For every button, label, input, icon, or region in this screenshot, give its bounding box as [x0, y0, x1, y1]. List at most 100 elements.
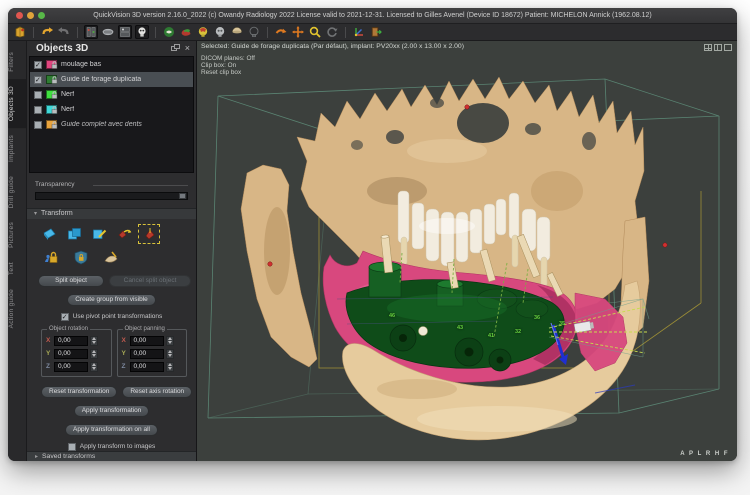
visibility-checkbox[interactable] [34, 120, 42, 129]
rotation-y-input[interactable]: 0,00 [54, 348, 88, 359]
object-row-nerf-2[interactable]: Nerf [30, 102, 193, 117]
object-row-guide-complet[interactable]: Guide complet avec dents [30, 117, 193, 132]
close-panel-icon[interactable]: × [185, 44, 190, 53]
visibility-checkbox[interactable] [34, 75, 42, 84]
skull-color-icon[interactable] [196, 25, 210, 39]
zoom-icon[interactable] [308, 25, 322, 39]
color-swatch[interactable] [46, 60, 58, 70]
axis-z-label: Z [46, 363, 50, 371]
protect-object-icon[interactable] [72, 250, 90, 266]
panning-y-input[interactable]: 0,00 [129, 348, 164, 359]
pivot-point-icon[interactable] [138, 223, 160, 244]
object-row-guide-de-forage[interactable]: Guide de forage duplicata [30, 72, 193, 88]
skull-view-icon[interactable] [135, 25, 149, 39]
undock-panel-icon[interactable] [170, 44, 180, 52]
tab-pictures[interactable]: Pictures [8, 215, 26, 255]
layout-quad-icon[interactable] [704, 44, 712, 51]
rotation-x-stepper[interactable] [90, 335, 98, 346]
rotation-x-input[interactable]: 0,00 [54, 335, 88, 346]
lock-icon [51, 121, 58, 129]
collapse-arrow-icon: ▾ [34, 211, 38, 218]
lock-icon [51, 91, 58, 99]
mirror-object-icon[interactable] [115, 226, 133, 242]
transparency-group: Transparency [35, 181, 188, 201]
apply-to-images-checkbox[interactable] [67, 442, 76, 451]
transform-label: Transform [41, 210, 73, 218]
reset-transformation-button[interactable]: Reset transformation [41, 385, 118, 398]
panning-x-stepper[interactable] [165, 335, 174, 346]
rotation-z-stepper[interactable] [90, 361, 98, 372]
transform-tools [40, 223, 196, 244]
tab-filters[interactable]: Filters [8, 45, 26, 79]
reset-axis-rotation-button[interactable]: Reset axis rotation [122, 385, 193, 398]
edit-object-icon[interactable] [90, 226, 108, 242]
visibility-checkbox[interactable] [34, 60, 42, 69]
transparency-slider[interactable] [35, 192, 188, 201]
skull-outline-icon [247, 25, 261, 39]
layout-single-icon[interactable] [724, 44, 732, 51]
tab-action-guide[interactable]: Action guide [8, 282, 26, 335]
half-sphere-icon[interactable] [230, 25, 244, 39]
cancel-split-object-button: Cancel split object [109, 274, 191, 287]
teeth-render-icon[interactable] [162, 25, 176, 39]
slider-handle[interactable] [179, 193, 186, 200]
layout-split-icon[interactable] [714, 44, 722, 51]
tab-objects-3d[interactable]: Objects 3D [8, 78, 26, 128]
tooth-number-41: 41 [488, 333, 495, 339]
color-swatch[interactable] [46, 75, 58, 85]
object-row-nerf-1[interactable]: Nerf [30, 87, 193, 102]
layout-columns-icon[interactable] [84, 25, 98, 39]
saved-transforms-header[interactable]: ▸ Saved transforms [27, 450, 196, 461]
visibility-checkbox[interactable] [34, 105, 42, 114]
pan-curve-icon[interactable] [274, 25, 288, 39]
rotate-object-icon[interactable] [40, 226, 58, 242]
object-list: moulage bas Guide de forage duplicata Ne… [29, 56, 194, 174]
create-group-button[interactable]: Create group from visible [67, 293, 156, 306]
axes-icon[interactable] [352, 25, 366, 39]
exit-icon[interactable] [369, 25, 383, 39]
layout-rows-icon[interactable] [118, 25, 132, 39]
rotation-y-stepper[interactable] [90, 348, 98, 359]
panning-y-stepper[interactable] [165, 348, 174, 359]
axis-x-label: X [46, 337, 51, 345]
slice-view-icon[interactable] [101, 25, 115, 39]
reset-button-row: Reset transformation Reset axis rotation [41, 385, 193, 398]
panning-z-stepper[interactable] [165, 361, 174, 372]
smooth-brush-icon[interactable] [102, 250, 120, 266]
lock-icon [51, 61, 58, 69]
panning-z-input[interactable]: 0,00 [129, 361, 164, 372]
object-row-moulage-bas[interactable]: moulage bas [30, 57, 193, 72]
rotation-z-input[interactable]: 0,00 [54, 361, 88, 372]
undo-icon[interactable] [40, 25, 54, 39]
duplicate-object-icon[interactable] [65, 226, 83, 242]
viewport-layout-switcher [704, 44, 732, 51]
tab-drill-guide[interactable]: Drill guide [8, 169, 26, 215]
tab-implants[interactable]: Implants [8, 128, 26, 169]
visibility-checkbox[interactable] [34, 90, 42, 99]
split-object-button[interactable]: Split object [38, 274, 104, 287]
color-swatch[interactable] [46, 120, 58, 130]
use-pivot-checkbox[interactable] [60, 312, 69, 321]
move-icon[interactable] [291, 25, 305, 39]
color-swatch[interactable] [46, 90, 58, 100]
object-panning-title: Object panning [122, 325, 167, 332]
reset-clip-box-link[interactable]: Reset clip box [201, 69, 241, 76]
skull-gray-icon[interactable] [213, 25, 227, 39]
object-label: Nerf [61, 91, 75, 99]
objects-render-icon[interactable] [179, 25, 193, 39]
lock-object-icon[interactable] [42, 250, 60, 266]
tab-text[interactable]: Text [8, 255, 26, 282]
window-title: QuickVision 3D version 2.16.0_2022 (c) O… [93, 12, 652, 19]
object-panning-group: Object panning X 0,00 Y 0,00 Z 0,00 [116, 325, 187, 377]
viewport-3d[interactable]: Selected: Guide de forage duplicata (Par… [197, 41, 737, 461]
apply-transformation-button[interactable]: Apply transformation [73, 404, 150, 417]
lock-icon [51, 106, 58, 114]
apply-transformation-all-button[interactable]: Apply transformation on all [65, 423, 158, 436]
import-icon[interactable] [13, 25, 27, 39]
apply-all-row: Apply transformation on all [27, 423, 196, 436]
transform-section-header[interactable]: ▾ Transform [27, 208, 196, 219]
toolbar-separator [77, 26, 78, 38]
rotate-icon [325, 25, 339, 39]
panning-x-input[interactable]: 0,00 [129, 335, 164, 346]
color-swatch[interactable] [46, 105, 58, 115]
